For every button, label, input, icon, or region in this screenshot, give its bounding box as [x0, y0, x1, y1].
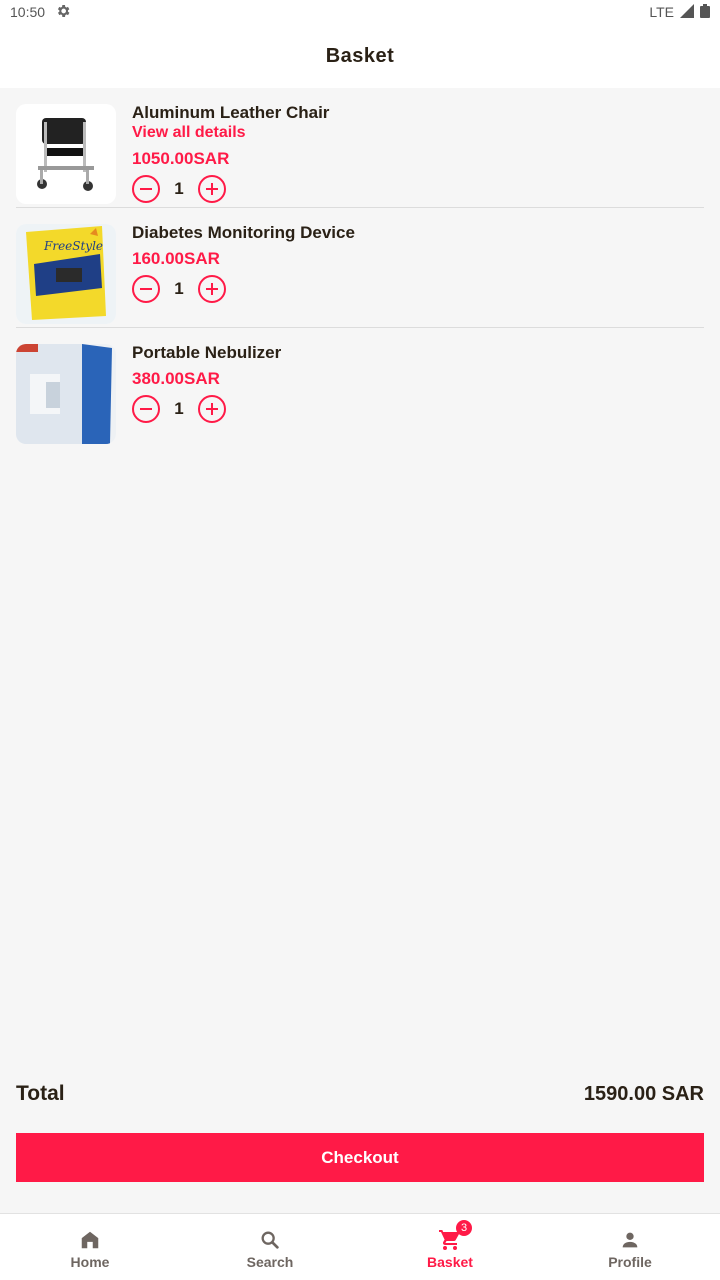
minus-icon: [140, 287, 152, 291]
quantity-stepper: 1: [132, 175, 329, 203]
product-image-chair[interactable]: [16, 104, 116, 204]
search-icon: [258, 1228, 282, 1252]
status-bar: 10:50 LTE: [0, 0, 720, 24]
page-title: Basket: [325, 44, 395, 67]
nav-label: Basket: [427, 1254, 473, 1270]
nav-item-basket[interactable]: 3 Basket: [360, 1214, 540, 1280]
checkout-button[interactable]: Checkout: [16, 1133, 704, 1182]
nav-label: Home: [70, 1254, 110, 1270]
product-image-nebulizer[interactable]: [16, 344, 116, 444]
network-type: LTE: [649, 4, 674, 20]
cart-icon: 3: [438, 1220, 472, 1252]
quantity-value: 1: [174, 399, 184, 418]
quantity-stepper: 1: [132, 275, 355, 303]
nav-label: Search: [246, 1254, 294, 1270]
decrease-quantity-button[interactable]: [132, 175, 160, 203]
quantity-stepper: 1: [132, 395, 281, 423]
status-time: 10:50: [10, 4, 46, 20]
nav-label: Profile: [608, 1254, 652, 1270]
minus-icon: [140, 407, 152, 411]
decrease-quantity-button[interactable]: [132, 275, 160, 303]
battery-icon: [700, 3, 710, 21]
product-name: Portable Nebulizer: [132, 343, 282, 362]
minus-icon: [140, 187, 152, 191]
view-details-link[interactable]: View all details: [132, 123, 329, 143]
app-bar: Basket: [0, 24, 720, 88]
increase-quantity-button[interactable]: [198, 395, 226, 423]
bottom-nav: Home Search 3 Basket Profile: [0, 1213, 720, 1280]
total-row: Total 1590.00 SAR: [16, 1082, 704, 1106]
basket-item: Aluminum Leather Chair View all details …: [16, 88, 704, 208]
person-icon: [618, 1228, 642, 1252]
quantity-value: 1: [174, 179, 184, 198]
increase-quantity-button[interactable]: [198, 175, 226, 203]
basket-item: Portable Nebulizer 380.00SAR 1: [16, 328, 704, 448]
total-value: 1590.00 SAR: [583, 1082, 704, 1105]
basket-item: FreeStyle Diabetes Monitoring Device 160…: [16, 208, 704, 328]
decrease-quantity-button[interactable]: [132, 395, 160, 423]
product-price: 1050.00SAR: [132, 149, 230, 168]
home-icon: [78, 1228, 102, 1252]
product-price: 380.00SAR: [132, 369, 220, 388]
nav-item-home[interactable]: Home: [0, 1214, 180, 1280]
quantity-value: 1: [174, 279, 184, 298]
nav-item-search[interactable]: Search: [180, 1214, 360, 1280]
signal-icon: [680, 3, 694, 21]
product-price: 160.00SAR: [132, 249, 220, 268]
increase-quantity-button[interactable]: [198, 275, 226, 303]
basket-list: Aluminum Leather Chair View all details …: [16, 88, 704, 448]
product-image-diabetes-device[interactable]: FreeStyle: [16, 224, 116, 324]
cart-count-badge: 3: [456, 1220, 472, 1236]
svg-text:FreeStyle: FreeStyle: [43, 239, 103, 253]
nav-item-profile[interactable]: Profile: [540, 1214, 720, 1280]
settings-icon: [55, 3, 71, 22]
total-label: Total: [16, 1082, 65, 1105]
product-name: Aluminum Leather Chair: [132, 103, 330, 122]
product-name: Diabetes Monitoring Device: [132, 223, 355, 242]
